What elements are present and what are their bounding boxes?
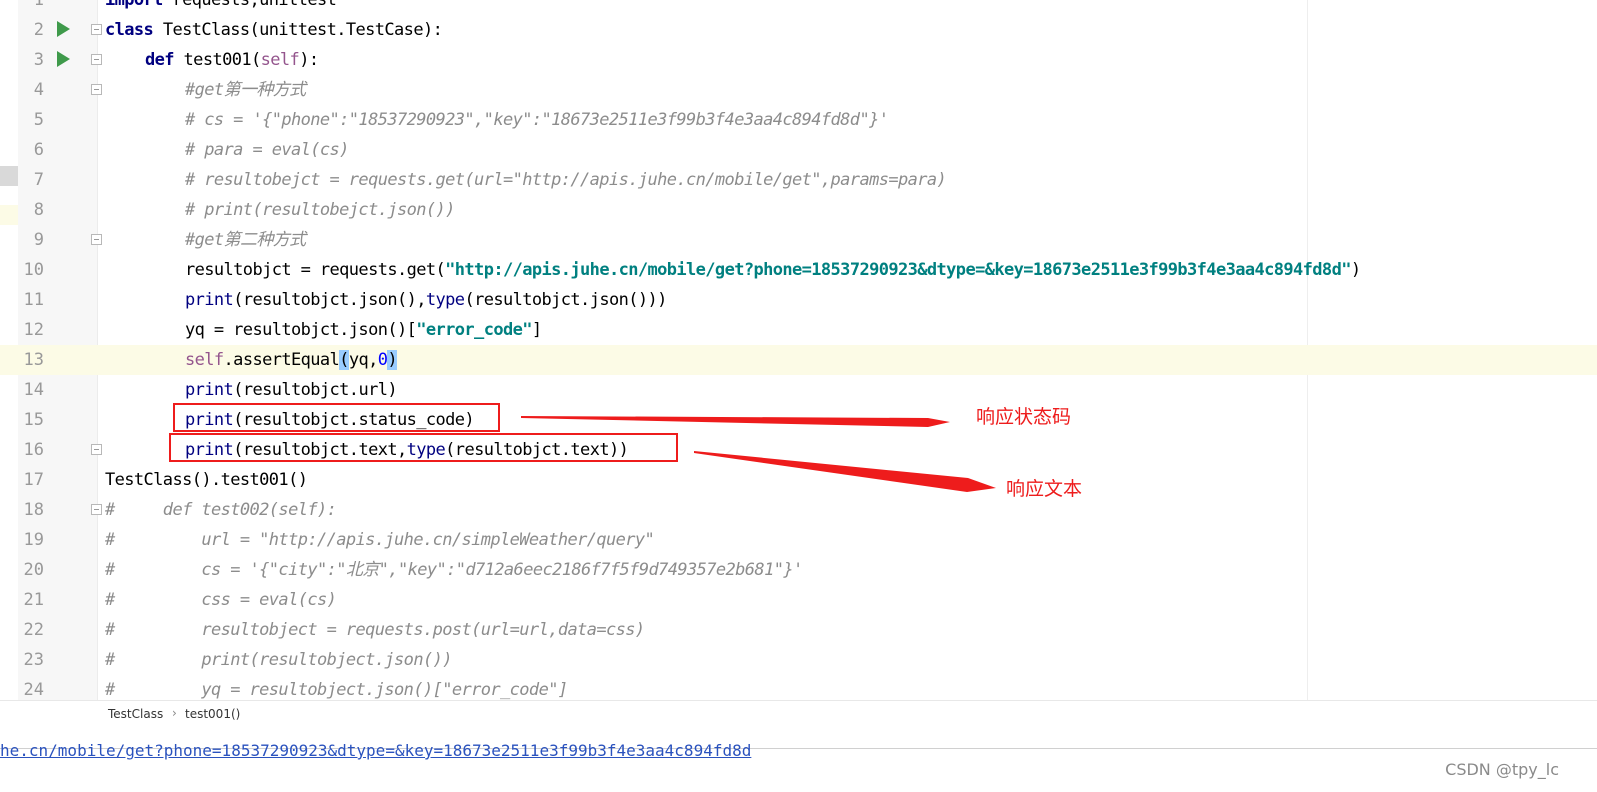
fold-marker-icon[interactable]	[91, 54, 102, 65]
code-text: #get第二种方式	[185, 230, 306, 250]
code-line[interactable]: 20 # cs = '{"city":"北京","key":"d712a6eec2…	[0, 555, 1597, 585]
code-line[interactable]: 10 resultobjct = requests.get("http://api…	[0, 255, 1597, 285]
code-line[interactable]: 19 # url = "http://apis.juhe.cn/simpleWea…	[0, 525, 1597, 555]
line-number: 12	[23, 320, 44, 340]
line-number: 9	[33, 230, 44, 250]
fold-marker-icon[interactable]	[91, 504, 102, 515]
line-number: 24	[23, 680, 44, 700]
line-number: 10	[23, 260, 44, 280]
code-text: # def test002(self):	[105, 500, 337, 520]
code-text: # print(resultobejct.json())	[185, 200, 455, 220]
code-text: # cs = '{"phone":"18537290923","key":"18…	[185, 110, 889, 130]
code-line[interactable]: 9 #get第二种方式	[0, 225, 1597, 255]
text-highlight-box	[169, 433, 678, 462]
code-line[interactable]: 6 # para = eval(cs)	[0, 135, 1597, 165]
watermark: CSDN @tpy_lc	[1445, 760, 1559, 779]
code-text: TestClass().test001()	[105, 470, 308, 490]
code-line[interactable]: 11 print(resultobjct.json(),type(resultob…	[0, 285, 1597, 315]
breadcrumb-separator: ›	[172, 706, 177, 720]
line-number: 3	[33, 50, 44, 70]
status-code-highlight-box	[173, 403, 500, 432]
code-text: # resultobject = requests.post(url=url,d…	[105, 620, 645, 640]
code-line[interactable]: 17 TestClass().test001()	[0, 465, 1597, 495]
code-text: class TestClass(unittest.TestCase):	[105, 20, 443, 40]
line-number: 8	[33, 200, 44, 220]
run-gutter-icon[interactable]	[57, 51, 70, 67]
line-number: 16	[23, 440, 44, 460]
breadcrumb: TestClass › test001()	[0, 700, 1597, 729]
code-line[interactable]: 4 #get第一种方式	[0, 75, 1597, 105]
code-text: print(resultobjct.json(),type(resultobjc…	[185, 290, 667, 310]
fold-marker-icon[interactable]	[91, 234, 102, 245]
code-line[interactable]: 23 # print(resultobject.json())	[0, 645, 1597, 675]
line-number: 18	[23, 500, 44, 520]
code-text: import requests,unittest	[105, 0, 337, 10]
fold-marker-icon[interactable]	[91, 84, 102, 95]
line-number: 21	[23, 590, 44, 610]
code-text: # resultobejct = requests.get(url="http:…	[185, 170, 947, 190]
status-code-label: 响应状态码	[976, 406, 1072, 428]
code-line[interactable]: 3 def test001(self):	[0, 45, 1597, 75]
line-number: 5	[33, 110, 44, 130]
line-number: 2	[33, 20, 44, 40]
code-text: def test001(self):	[145, 50, 319, 70]
fold-marker-icon[interactable]	[91, 444, 102, 455]
code-line[interactable]: 12 yq = resultobjct.json()["error_code"]	[0, 315, 1597, 345]
line-number: 6	[33, 140, 44, 160]
code-text: # print(resultobject.json())	[105, 650, 452, 670]
line-number: 13	[23, 350, 44, 370]
code-editor[interactable]: 1 import requests,unittest 2 class TestClas…	[0, 0, 1597, 700]
code-text: yq = resultobjct.json()["error_code"]	[185, 320, 542, 340]
line-number: 11	[23, 290, 44, 310]
line-number: 4	[33, 80, 44, 100]
code-text: resultobjct = requests.get("http://apis.…	[185, 260, 1361, 280]
line-number: 23	[23, 650, 44, 670]
code-text: # yq = resultobject.json()["error_code"]	[105, 680, 568, 700]
code-text: # para = eval(cs)	[185, 140, 349, 160]
code-line[interactable]: 5 # cs = '{"phone":"18537290923","key":"1…	[0, 105, 1597, 135]
code-text: #get第一种方式	[185, 80, 306, 100]
run-gutter-icon[interactable]	[57, 21, 70, 37]
line-number: 14	[23, 380, 44, 400]
code-line[interactable]: 7 # resultobejct = requests.get(url="http…	[0, 165, 1597, 195]
code-text: # url = "http://apis.juhe.cn/simpleWeath…	[105, 530, 655, 550]
code-text: self.assertEqual(yq,0)	[185, 350, 398, 370]
code-line[interactable]: 14 print(resultobjct.url)	[0, 375, 1597, 405]
code-line[interactable]: 1 import requests,unittest	[0, 0, 1597, 15]
code-text: # cs = '{"city":"北京","key":"d712a6eec218…	[105, 560, 803, 580]
code-line[interactable]: 24 # yq = resultobject.json()["error_code…	[0, 675, 1597, 700]
console-output-url[interactable]: he.cn/mobile/get?phone=18537290923&dtype…	[0, 741, 751, 760]
response-text-label: 响应文本	[1006, 478, 1083, 500]
line-number: 7	[33, 170, 44, 190]
code-line[interactable]: 18 # def test002(self):	[0, 495, 1597, 525]
line-number: 1	[33, 0, 44, 10]
line-number: 17	[23, 470, 44, 490]
code-line[interactable]: 22 # resultobject = requests.post(url=url…	[0, 615, 1597, 645]
line-number: 15	[23, 410, 44, 430]
code-line[interactable]: 13 self.assertEqual(yq,0)	[0, 345, 1597, 375]
code-line[interactable]: 2 class TestClass(unittest.TestCase):	[0, 15, 1597, 45]
breadcrumb-item-class[interactable]: TestClass	[108, 707, 163, 721]
line-number: 22	[23, 620, 44, 640]
line-number: 20	[23, 560, 44, 580]
code-line[interactable]: 8 # print(resultobejct.json())	[0, 195, 1597, 225]
code-line[interactable]: 21 # css = eval(cs)	[0, 585, 1597, 615]
breadcrumb-item-method[interactable]: test001()	[185, 707, 240, 721]
code-text: # css = eval(cs)	[105, 590, 337, 610]
code-text: print(resultobjct.url)	[185, 380, 398, 400]
line-number: 19	[23, 530, 44, 550]
run-console: he.cn/mobile/get?phone=18537290923&dtype…	[0, 741, 1597, 792]
fold-marker-icon[interactable]	[91, 24, 102, 35]
